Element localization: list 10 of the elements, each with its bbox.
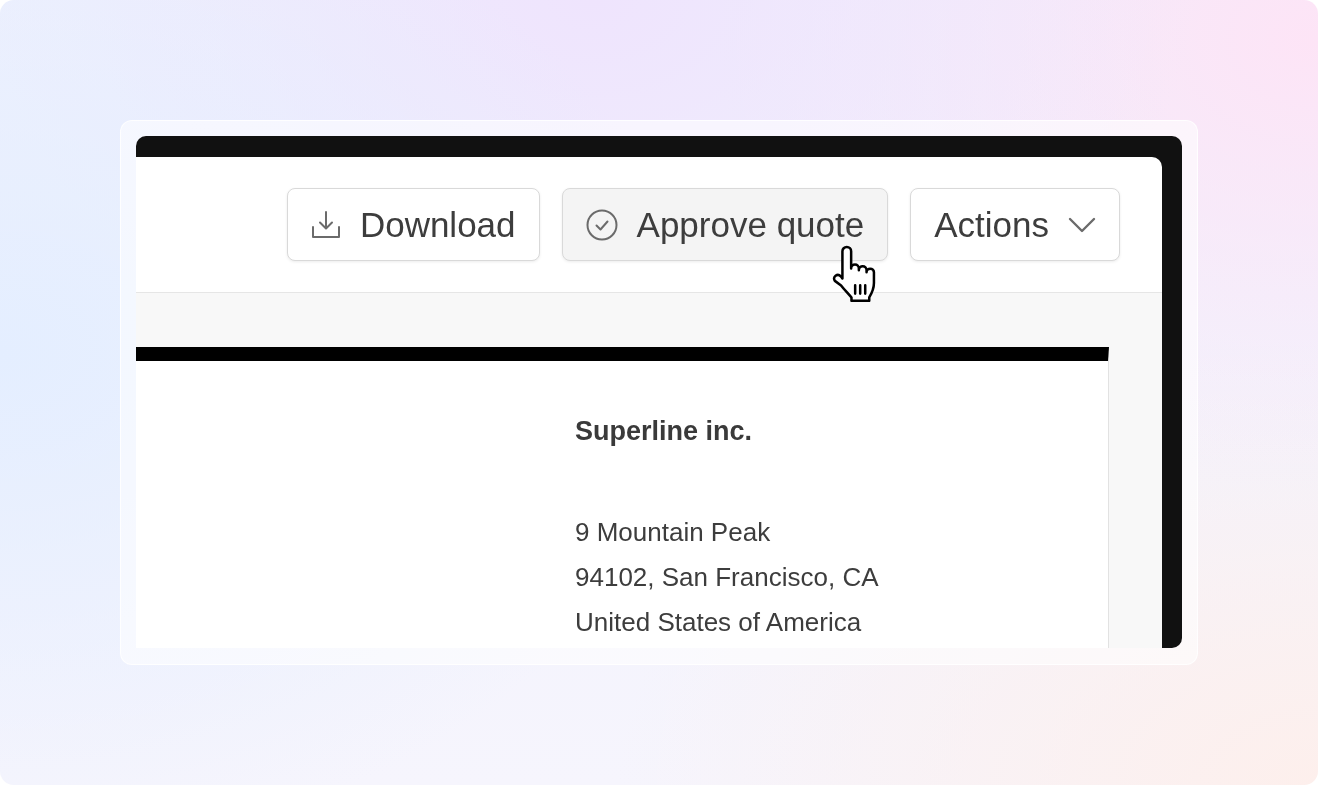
check-circle-icon bbox=[585, 208, 618, 241]
download-icon bbox=[310, 210, 341, 239]
actions-dropdown-button[interactable]: Actions bbox=[910, 188, 1120, 261]
chevron-down-icon bbox=[1068, 216, 1096, 233]
approve-quote-button[interactable]: Approve quote bbox=[561, 188, 889, 261]
company-name: Superline inc. bbox=[575, 415, 754, 448]
address-line: 94102, San Francisco, CA bbox=[575, 561, 880, 595]
address-line: 9 Mountain Peak bbox=[575, 516, 772, 550]
download-button[interactable]: Download bbox=[286, 188, 540, 261]
address-line: United States of America bbox=[575, 606, 863, 640]
